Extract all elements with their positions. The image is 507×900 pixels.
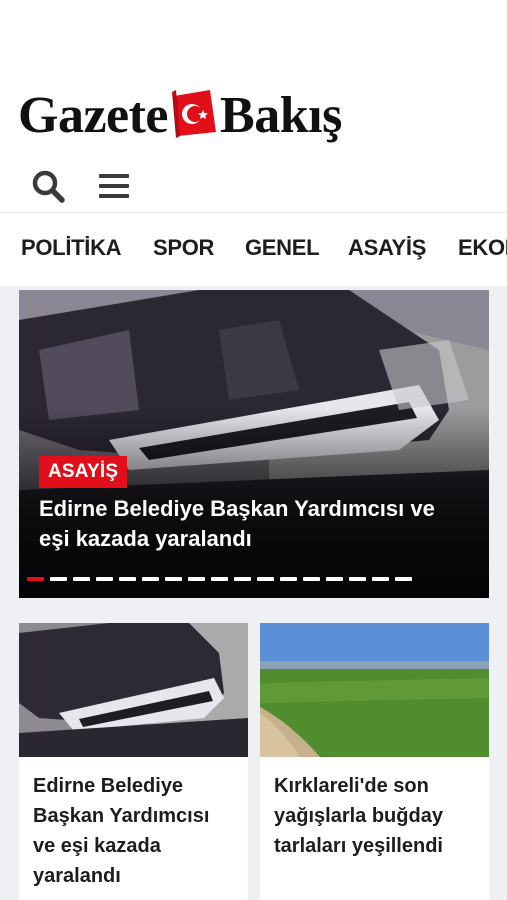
slider-dot[interactable] xyxy=(257,577,274,581)
hero-headline[interactable]: Edirne Belediye Başkan Yardımcısı ve eşi… xyxy=(39,494,469,554)
search-icon[interactable] xyxy=(28,166,68,206)
turkish-flag-icon xyxy=(170,86,218,138)
slider-dot[interactable] xyxy=(27,577,44,581)
header-toolbar xyxy=(28,166,134,206)
logo-text-left: Gazete xyxy=(18,87,169,144)
nav-item-genel[interactable]: GENEL xyxy=(245,235,320,261)
slider-pagination xyxy=(27,577,412,581)
hero-category-badge[interactable]: ASAYİŞ xyxy=(39,456,128,488)
main-content: ASAYİŞ Edirne Belediye Başkan Yardımcısı… xyxy=(0,286,507,900)
logo-text-right: Bakış xyxy=(220,87,342,144)
nav-item-spor[interactable]: SPOR xyxy=(153,235,214,261)
headline-slider[interactable]: ASAYİŞ Edirne Belediye Başkan Yardımcısı… xyxy=(19,290,489,598)
hamburger-menu-icon[interactable] xyxy=(94,166,134,206)
site-header: Gazete Bakış xyxy=(0,0,507,212)
slider-dot[interactable] xyxy=(211,577,228,581)
nav-item-ekonomi[interactable]: EKONOMİ xyxy=(458,235,507,261)
news-card-title[interactable]: Edirne Belediye Başkan Yardımcısı ve eşi… xyxy=(19,757,248,891)
slider-dot[interactable] xyxy=(142,577,159,581)
slider-dot[interactable] xyxy=(188,577,205,581)
slider-dot[interactable] xyxy=(119,577,136,581)
slider-dot[interactable] xyxy=(280,577,297,581)
slider-dot[interactable] xyxy=(349,577,366,581)
slider-dot[interactable] xyxy=(165,577,182,581)
news-card-title[interactable]: Kırklareli'de son yağışlarla buğday tarl… xyxy=(260,757,489,861)
slider-dot[interactable] xyxy=(234,577,251,581)
slider-dot[interactable] xyxy=(326,577,343,581)
slider-dot[interactable] xyxy=(372,577,389,581)
nav-item-politika[interactable]: POLİTİKA xyxy=(21,235,122,261)
nav-item-asayis[interactable]: ASAYİŞ xyxy=(348,235,426,261)
slider-dot[interactable] xyxy=(50,577,67,581)
news-card-image xyxy=(260,623,489,757)
site-logo[interactable]: Gazete Bakış xyxy=(18,78,342,142)
category-nav: POLİTİKA SPOR GENEL ASAYİŞ EKONOMİ xyxy=(0,212,507,286)
slider-dot[interactable] xyxy=(73,577,90,581)
slider-dot[interactable] xyxy=(96,577,113,581)
news-card[interactable]: Kırklareli'de son yağışlarla buğday tarl… xyxy=(260,623,489,900)
news-card[interactable]: Edirne Belediye Başkan Yardımcısı ve eşi… xyxy=(19,623,248,900)
news-card-image xyxy=(19,623,248,757)
slider-dot[interactable] xyxy=(303,577,320,581)
slider-dot[interactable] xyxy=(395,577,412,581)
